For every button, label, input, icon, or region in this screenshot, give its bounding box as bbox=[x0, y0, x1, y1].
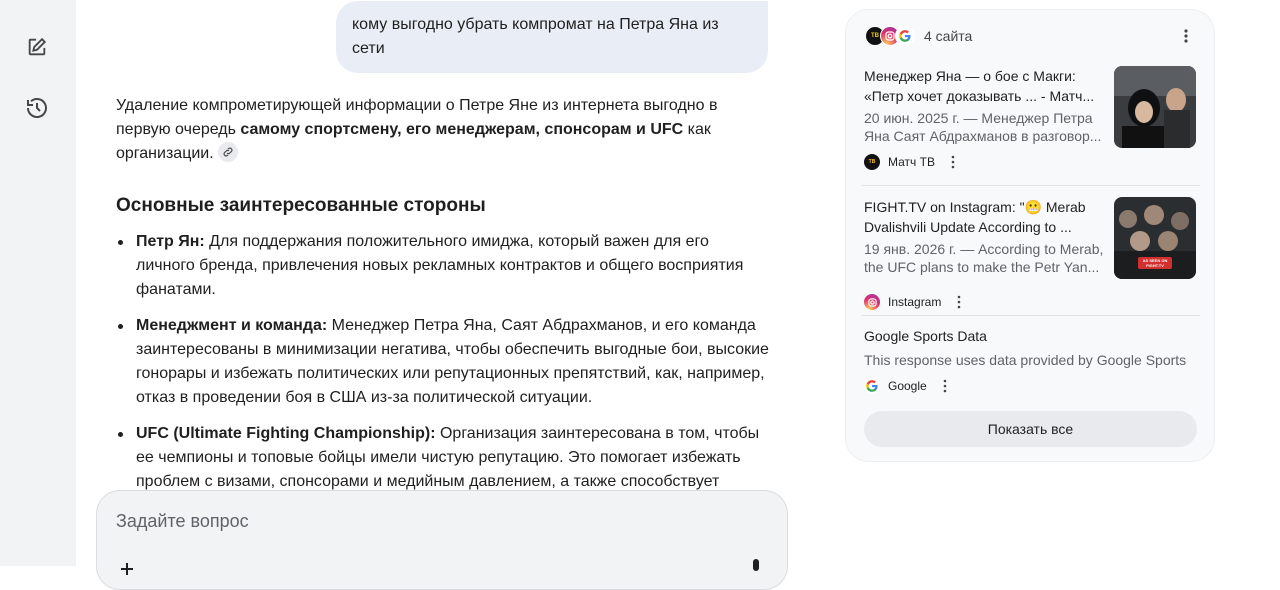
user-message-bubble: кому выгодно убрать компромат на Петра Я… bbox=[336, 1, 768, 73]
google-favicon bbox=[895, 26, 915, 46]
source-thumbnail[interactable] bbox=[1114, 66, 1196, 148]
history-icon bbox=[27, 98, 47, 118]
match-tv-favicon: ТВ bbox=[864, 154, 880, 170]
source-meta: ТВ Матч ТВ bbox=[864, 153, 959, 171]
user-message-text: кому выгодно убрать компромат на Петра Я… bbox=[352, 16, 719, 57]
assistant-answer: Удаление компрометирующей информации о П… bbox=[116, 94, 772, 490]
divider bbox=[862, 315, 1200, 316]
source-meta: Google bbox=[864, 377, 951, 395]
sources-header: ТВ 4 сайта bbox=[865, 25, 972, 47]
source-site-name: Instagram bbox=[888, 295, 942, 309]
source-thumbnail[interactable]: AS SEEN ON FIGHT.TV bbox=[1114, 197, 1196, 279]
answer-intro-bold: самому спортсмену, его менеджерам, спонс… bbox=[240, 121, 684, 138]
source-favicons: ТВ bbox=[865, 26, 915, 46]
prompt-input[interactable] bbox=[116, 509, 756, 533]
source-meta: Instagram bbox=[864, 293, 965, 311]
stakeholder-list: Петр Ян: Для поддержания положительного … bbox=[116, 230, 772, 506]
sources-count: 4 сайта bbox=[924, 28, 973, 44]
source-snippet: This response uses data provided by Goog… bbox=[864, 352, 1187, 368]
source-snippet: 20 июн. 2025 г. — Менеджер Петра Яна Сая… bbox=[864, 110, 1102, 144]
microphone-icon[interactable] bbox=[751, 559, 761, 577]
more-vert-icon[interactable] bbox=[947, 155, 959, 169]
source-card[interactable]: Google Sports Data This response uses da… bbox=[864, 326, 1200, 396]
list-item: Менеджмент и команда: Менеджер Петра Яна… bbox=[116, 314, 772, 410]
link-icon bbox=[223, 147, 233, 157]
source-title[interactable]: Google Sports Data bbox=[864, 326, 1194, 346]
citation-link-chip[interactable] bbox=[217, 141, 238, 162]
left-rail bbox=[0, 0, 76, 566]
thumbnail-badge: AS SEEN ON FIGHT.TV bbox=[1142, 258, 1168, 268]
prompt-composer bbox=[96, 490, 788, 590]
source-site-name: Матч ТВ bbox=[888, 155, 935, 169]
section-heading: Основные заинтересованные стороны bbox=[116, 195, 486, 216]
edit-square-icon bbox=[28, 37, 47, 56]
add-icon[interactable] bbox=[119, 561, 135, 577]
sources-panel: ТВ 4 сайта Менеджер Яна — о бое с Макги:… bbox=[845, 9, 1215, 462]
source-title[interactable]: FIGHT.TV on Instagram: "😬 Merab Dvalishv… bbox=[864, 197, 1104, 237]
google-favicon bbox=[864, 378, 880, 394]
instagram-favicon bbox=[864, 294, 880, 310]
source-site-name: Google bbox=[888, 379, 927, 393]
more-vert-icon[interactable] bbox=[1178, 28, 1194, 44]
more-vert-icon[interactable] bbox=[953, 295, 965, 309]
divider bbox=[862, 185, 1200, 186]
new-chat-button[interactable] bbox=[20, 30, 54, 64]
source-title[interactable]: Менеджер Яна — о бое с Макги: «Петр хоче… bbox=[864, 66, 1104, 106]
source-card[interactable]: FIGHT.TV on Instagram: "😬 Merab Dvalishv… bbox=[864, 197, 1200, 310]
answer-intro: Удаление компрометирующей информации о П… bbox=[116, 97, 718, 162]
show-all-sources-button[interactable]: Показать все bbox=[864, 411, 1197, 447]
source-snippet: 19 янв. 2026 г. — According to Merab, th… bbox=[864, 241, 1104, 275]
list-item: Петр Ян: Для поддержания положительного … bbox=[116, 230, 772, 302]
source-card[interactable]: Менеджер Яна — о бое с Макги: «Петр хоче… bbox=[864, 66, 1200, 176]
more-vert-icon[interactable] bbox=[939, 379, 951, 393]
list-item: UFC (Ultimate Fighting Championship): Ор… bbox=[116, 422, 772, 494]
history-button[interactable] bbox=[20, 91, 54, 125]
